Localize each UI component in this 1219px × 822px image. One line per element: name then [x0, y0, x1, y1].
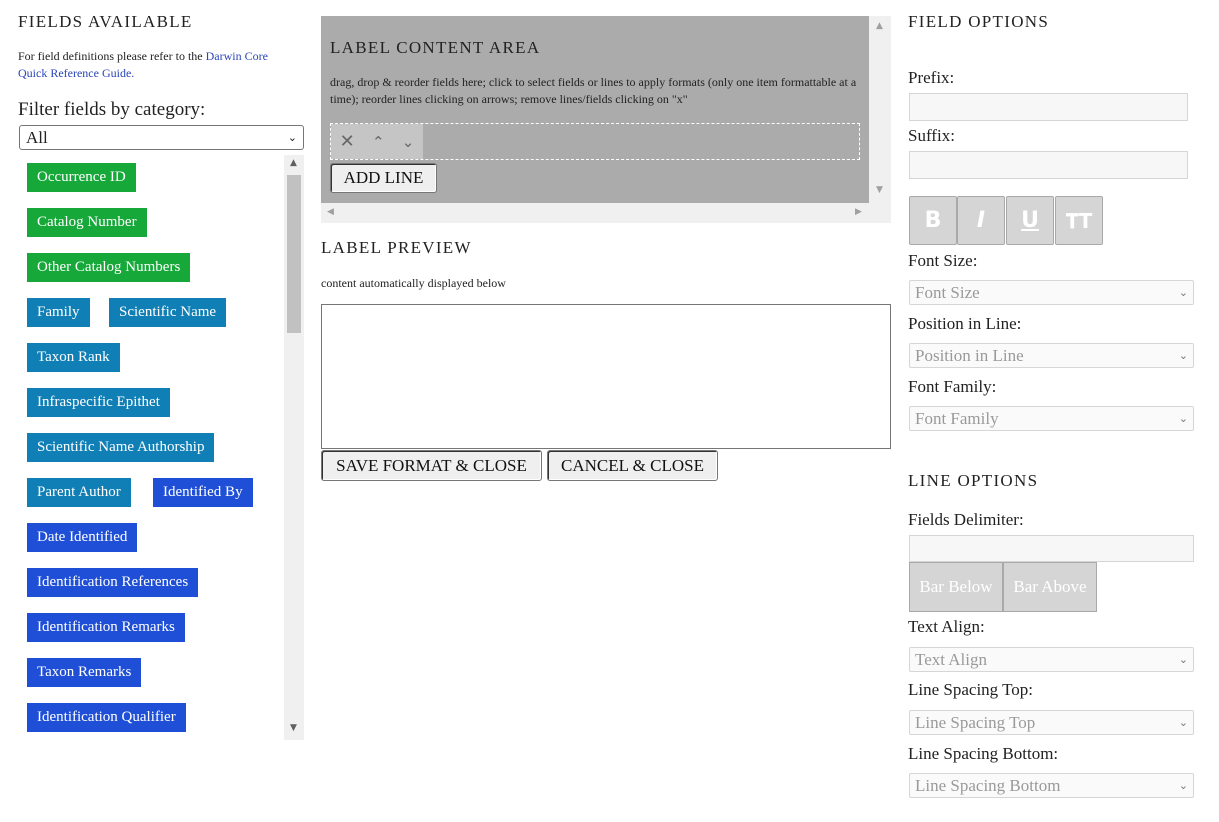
- field-chip-infraspecific-epithet[interactable]: Infraspecific Epithet: [27, 388, 170, 417]
- bold-icon: B: [924, 208, 942, 233]
- label-line[interactable]: ✕ ⌃ ⌄: [330, 123, 860, 160]
- line-options-title: LINE OPTIONS: [908, 471, 1039, 490]
- chevron-down-icon: ⌄: [287, 131, 297, 144]
- filter-label: Filter fields by category:: [18, 99, 206, 120]
- chevron-down-icon: ⌄: [1178, 716, 1188, 729]
- content-area-vscrollbar[interactable]: ▲ ▼: [869, 16, 891, 203]
- spacing-top-value: Line Spacing Top: [915, 712, 1036, 732]
- suffix-label: Suffix:: [908, 126, 955, 145]
- chevron-down-icon: ⌄: [1178, 349, 1188, 362]
- suffix-input[interactable]: [909, 151, 1188, 179]
- label-content-instructions: drag, drop & reorder fields here; click …: [330, 75, 857, 106]
- spacing-bottom-label: Line Spacing Bottom:: [908, 744, 1059, 763]
- font-size-label: Font Size:: [908, 251, 978, 270]
- font-family-label: Font Family:: [908, 377, 997, 396]
- bar-above-button[interactable]: Bar Above: [1003, 562, 1097, 612]
- text-height-icon: 𝐓T: [1065, 208, 1093, 233]
- field-chip-identified-by[interactable]: Identified By: [153, 478, 253, 507]
- scroll-up-arrow-icon[interactable]: ▲: [290, 158, 297, 168]
- font-size-select[interactable]: Font Size ⌄: [909, 280, 1194, 305]
- save-format-close-button[interactable]: SAVE FORMAT & CLOSE: [321, 450, 542, 481]
- uppercase-button[interactable]: 𝐓T: [1055, 196, 1103, 245]
- underline-icon: U: [1021, 208, 1039, 233]
- add-line-button[interactable]: ADD LINE: [330, 163, 437, 193]
- scroll-down-arrow-icon[interactable]: ▼: [876, 185, 883, 195]
- bold-button[interactable]: B: [909, 196, 957, 245]
- field-chip-identification-qualifier[interactable]: Identification Qualifier: [27, 703, 186, 732]
- italic-icon: I: [976, 208, 986, 233]
- font-family-select[interactable]: Font Family ⌄: [909, 406, 1194, 431]
- field-chip-parent-author[interactable]: Parent Author: [27, 478, 131, 507]
- field-chip-family[interactable]: Family: [27, 298, 90, 327]
- content-area-hscrollbar[interactable]: ◀ ▶: [321, 203, 869, 223]
- spacing-top-label: Line Spacing Top:: [908, 680, 1034, 699]
- darwin-core-link[interactable]: Darwin Core: [206, 49, 268, 63]
- prefix-label: Prefix:: [908, 68, 955, 87]
- text-align-label: Text Align:: [908, 617, 985, 636]
- field-chip-other-catalog-numbers[interactable]: Other Catalog Numbers: [27, 253, 191, 282]
- underline-button[interactable]: U: [1006, 196, 1054, 245]
- text-align-value: Text Align: [915, 649, 988, 669]
- chevron-down-icon: ⌄: [1178, 653, 1188, 666]
- field-options-title: FIELD OPTIONS: [908, 12, 1050, 31]
- category-filter-value: All: [26, 127, 48, 147]
- field-chip-identification-remarks[interactable]: Identification Remarks: [27, 613, 185, 642]
- chevron-down-icon: ⌄: [1178, 286, 1188, 299]
- bar-below-button[interactable]: Bar Below: [909, 562, 1003, 612]
- position-label: Position in Line:: [908, 314, 1022, 333]
- prefix-input[interactable]: [909, 93, 1188, 121]
- field-list[interactable]: Occurrence ID Catalog Number Other Catal…: [18, 155, 304, 740]
- label-content-canvas[interactable]: LABEL CONTENT AREA drag, drop & reorder …: [321, 16, 869, 203]
- scroll-down-arrow-icon[interactable]: ▼: [290, 723, 297, 733]
- field-chip-date-identified[interactable]: Date Identified: [27, 523, 138, 552]
- field-chip-taxon-rank[interactable]: Taxon Rank: [27, 343, 120, 372]
- chevron-down-icon[interactable]: ⌄: [402, 133, 415, 151]
- category-filter-select[interactable]: All ⌄: [19, 125, 304, 150]
- spacing-bottom-select[interactable]: Line Spacing Bottom ⌄: [909, 773, 1194, 798]
- intro-text: For field definitions please refer to th…: [18, 49, 203, 63]
- spacing-bottom-value: Line Spacing Bottom: [915, 775, 1061, 795]
- cancel-close-button[interactable]: CANCEL & CLOSE: [547, 450, 718, 481]
- field-chip-taxon-remarks[interactable]: Taxon Remarks: [27, 658, 142, 687]
- font-family-value: Font Family: [915, 408, 999, 428]
- label-preview-subtitle: content automatically displayed below: [321, 276, 506, 290]
- field-chip-catalog-number[interactable]: Catalog Number: [27, 208, 147, 237]
- chevron-down-icon: ⌄: [1178, 779, 1188, 792]
- position-value: Position in Line: [915, 345, 1024, 365]
- chevron-down-icon: ⌄: [1178, 412, 1188, 425]
- line-tools: ✕ ⌃ ⌄: [331, 124, 423, 159]
- label-preview-title: LABEL PREVIEW: [321, 238, 472, 257]
- delimiter-label: Fields Delimiter:: [908, 510, 1024, 529]
- chevron-up-icon[interactable]: ⌃: [372, 133, 385, 151]
- italic-button[interactable]: I: [957, 196, 1005, 245]
- field-chip-scientific-name[interactable]: Scientific Name: [109, 298, 227, 327]
- delimiter-input[interactable]: [909, 535, 1194, 562]
- spacing-top-select[interactable]: Line Spacing Top ⌄: [909, 710, 1194, 735]
- close-icon[interactable]: ✕: [340, 131, 355, 152]
- label-content-area[interactable]: LABEL CONTENT AREA drag, drop & reorder …: [321, 16, 891, 223]
- position-select[interactable]: Position in Line ⌄: [909, 343, 1194, 368]
- text-align-select[interactable]: Text Align ⌄: [909, 647, 1194, 672]
- scrollbar-thumb[interactable]: [287, 175, 301, 333]
- field-definitions-note: For field definitions please refer to th…: [18, 48, 288, 82]
- scroll-left-arrow-icon[interactable]: ◀: [327, 207, 334, 217]
- label-preview-box: [321, 304, 891, 449]
- field-chip-identification-references[interactable]: Identification References: [27, 568, 199, 597]
- quick-reference-link[interactable]: Quick Reference Guide.: [18, 66, 134, 80]
- field-chip-occurrence-id[interactable]: Occurrence ID: [27, 163, 136, 192]
- scroll-up-arrow-icon[interactable]: ▲: [876, 21, 883, 31]
- field-chip-scientific-name-authorship[interactable]: Scientific Name Authorship: [27, 433, 215, 462]
- field-list-scrollbar[interactable]: ▲ ▼: [284, 155, 304, 740]
- fields-available-title: FIELDS AVAILABLE: [18, 12, 193, 31]
- font-size-value: Font Size: [915, 282, 980, 302]
- label-content-title: LABEL CONTENT AREA: [330, 38, 541, 57]
- scroll-right-arrow-icon[interactable]: ▶: [855, 207, 862, 217]
